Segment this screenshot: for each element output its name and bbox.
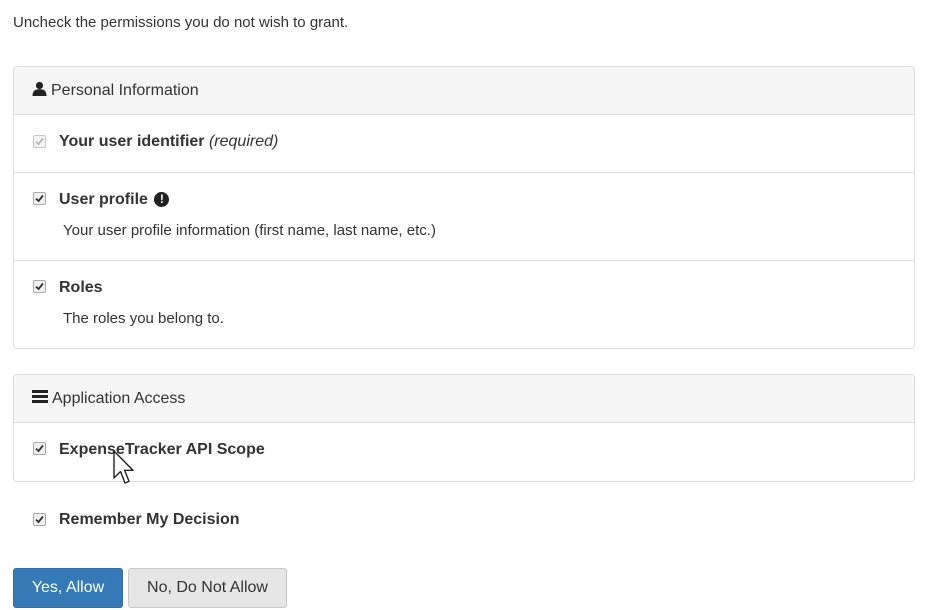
user-profile-description: Your user profile information (first nam… bbox=[63, 222, 436, 239]
roles-label: Roles bbox=[59, 279, 103, 296]
allow-button[interactable]: Yes, Allow bbox=[13, 568, 123, 608]
intro-text: Uncheck the permissions you do not wish … bbox=[13, 14, 349, 31]
user-identifier-label: Your user identifier (required) bbox=[59, 133, 279, 150]
personal-information-panel: Personal Information Your user identifie… bbox=[13, 66, 915, 349]
user-icon bbox=[32, 81, 51, 101]
user-profile-checkbox[interactable] bbox=[33, 192, 46, 205]
personal-information-heading: Personal Information bbox=[14, 67, 914, 115]
permission-expensetracker-api-scope: ExpenseTracker API Scope bbox=[14, 423, 914, 481]
remember-decision-label: Remember My Decision bbox=[59, 511, 240, 528]
application-access-heading: Application Access bbox=[14, 375, 914, 423]
roles-description: The roles you belong to. bbox=[63, 310, 224, 327]
permission-user-identifier: Your user identifier (required) bbox=[14, 115, 914, 173]
application-access-panel: Application Access ExpenseTracker API Sc… bbox=[13, 374, 915, 482]
mouse-cursor-icon bbox=[113, 450, 135, 491]
user-identifier-checkbox[interactable] bbox=[33, 135, 46, 148]
permission-roles: Roles The roles you belong to. bbox=[14, 261, 914, 348]
user-profile-label: User profile ! bbox=[59, 191, 170, 209]
required-note: (required) bbox=[208, 133, 279, 150]
application-access-title: Application Access bbox=[52, 389, 186, 407]
expensetracker-api-scope-checkbox[interactable] bbox=[33, 442, 46, 455]
exclamation-icon: ! bbox=[154, 191, 170, 207]
roles-checkbox[interactable] bbox=[33, 280, 46, 293]
remember-decision-checkbox[interactable] bbox=[33, 513, 46, 526]
expensetracker-api-scope-label: ExpenseTracker API Scope bbox=[59, 441, 265, 458]
personal-information-title: Personal Information bbox=[51, 81, 199, 99]
deny-button[interactable]: No, Do Not Allow bbox=[128, 568, 287, 608]
permission-user-profile: User profile ! Your user profile informa… bbox=[14, 173, 914, 261]
list-icon bbox=[32, 389, 52, 409]
